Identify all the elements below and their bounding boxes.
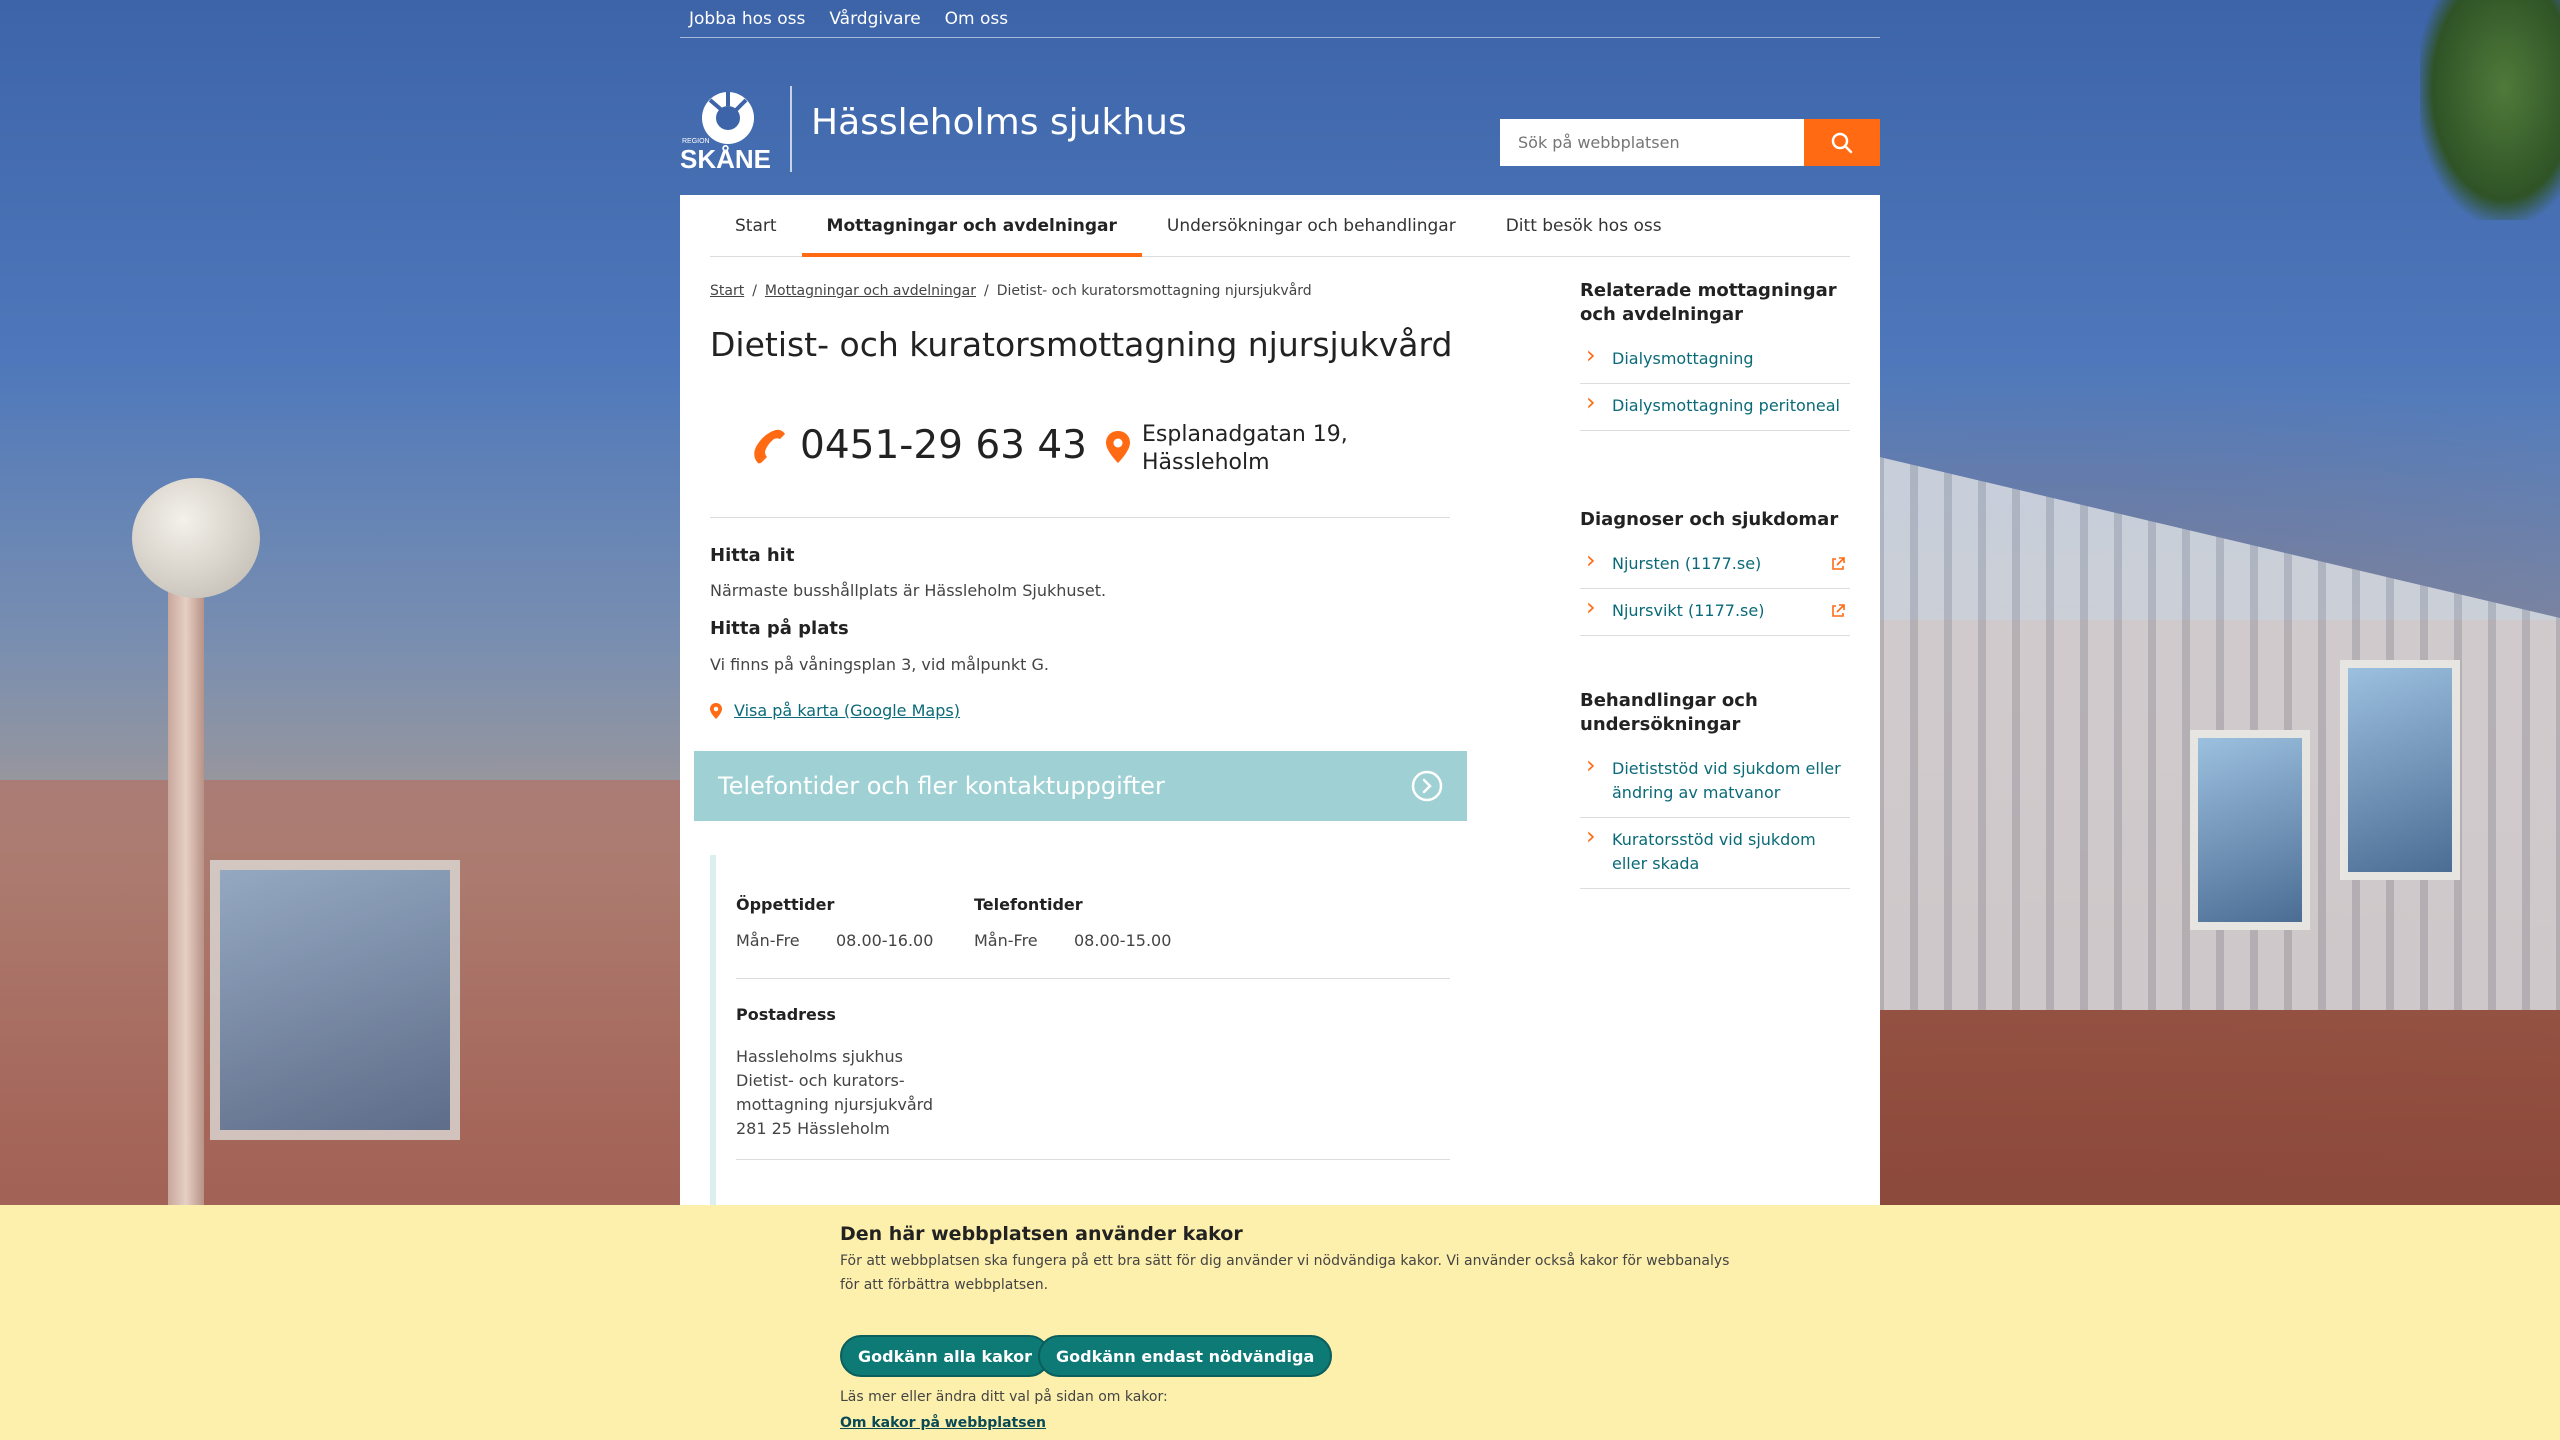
- map-link[interactable]: Visa på karta (Google Maps): [710, 701, 960, 720]
- sidebar-treatments: Behandlingar och undersökningar Dietists…: [1580, 689, 1850, 889]
- cookie-banner: Den här webbplatsen använder kakor För a…: [0, 1205, 2560, 1440]
- opening-hours: 08.00-16.00: [836, 931, 934, 950]
- divider: [736, 978, 1450, 979]
- sidebar-item-counselor-support[interactable]: Kuratorsstöd vid sjukdom eller skada: [1580, 818, 1850, 889]
- sidebar-item-dialysis[interactable]: Dialysmottagning: [1580, 337, 1850, 384]
- background-window: [2190, 730, 2310, 930]
- find-place-heading: Hitta på plats: [710, 618, 849, 639]
- accordion-label: Telefontider och fler kontaktuppgifter: [718, 772, 1165, 800]
- find-place-text: Vi finns på våningsplan 3, vid målpunkt …: [710, 655, 1049, 674]
- sidebar-item-label: Njursten (1177.se): [1612, 554, 1762, 573]
- map-link-label: Visa på karta (Google Maps): [734, 701, 960, 720]
- location-pin-icon: [1106, 431, 1130, 463]
- address-city: Hässleholm: [1142, 450, 1270, 475]
- breadcrumb-separator: /: [984, 283, 989, 299]
- postal-line: mottagning njursjukvård: [736, 1095, 934, 1114]
- cookie-more-text: Läs mer eller ändra ditt val på sidan om…: [840, 1389, 1168, 1405]
- sidebar-heading: Behandlingar och undersökningar: [1580, 690, 1758, 735]
- search-input[interactable]: [1500, 119, 1804, 166]
- site-title[interactable]: Hässleholms sjukhus: [811, 102, 1187, 143]
- location-pin-icon: [710, 702, 722, 719]
- page-title: Dietist- och kuratorsmottagning njursjuk…: [710, 325, 1453, 364]
- external-link-icon: [1832, 557, 1845, 570]
- sidebar-item-label: Njursvikt (1177.se): [1612, 601, 1765, 620]
- divider: [736, 1159, 1450, 1160]
- nav-item-examinations[interactable]: Undersökningar och behandlingar: [1142, 195, 1481, 256]
- sidebar-item-kidney-stone[interactable]: Njursten (1177.se): [1580, 542, 1850, 589]
- postal-line: Hassleholms sjukhus: [736, 1047, 903, 1066]
- phone-icon: [754, 429, 785, 464]
- breadcrumb-separator: /: [752, 283, 757, 299]
- background-lamp-ball: [132, 478, 260, 598]
- top-link-caregivers[interactable]: Vårdgivare: [829, 9, 920, 29]
- opening-days: Mån-Fre: [736, 931, 800, 950]
- nav-item-departments[interactable]: Mottagningar och avdelningar: [801, 195, 1143, 257]
- breadcrumb: Start / Mottagningar och avdelningar / D…: [710, 283, 1312, 299]
- contact-accordion-toggle[interactable]: Telefontider och fler kontaktuppgifter: [694, 751, 1467, 821]
- phone-hours: 08.00-15.00: [1074, 931, 1172, 950]
- background-tree: [2420, 0, 2560, 220]
- find-text: Närmaste busshållplats är Hässleholm Sju…: [710, 581, 1107, 600]
- phone-number-link[interactable]: 0451-29 63 43: [800, 423, 1087, 468]
- background-window: [210, 860, 460, 1140]
- phone-hours-label: Telefontider: [974, 895, 1083, 914]
- region-skane-logo[interactable]: REGION SKÅNE: [680, 86, 774, 174]
- accept-all-cookies-button[interactable]: Godkänn alla kakor: [840, 1335, 1051, 1377]
- phone-days: Mån-Fre: [974, 931, 1038, 950]
- svg-text:SKÅNE: SKÅNE: [680, 144, 771, 172]
- address: Esplanadgatan 19, Hässleholm: [1142, 421, 1348, 477]
- chevron-circle-icon: [1411, 770, 1443, 802]
- address-street: Esplanadgatan 19,: [1142, 422, 1348, 447]
- sidebar-item-kidney-failure[interactable]: Njursvikt (1177.se): [1580, 589, 1850, 636]
- search-button[interactable]: [1804, 119, 1880, 166]
- sidebar-heading: Diagnoser och sjukdomar: [1580, 509, 1839, 530]
- accept-necessary-cookies-button[interactable]: Godkänn endast nödvändiga: [1038, 1335, 1333, 1377]
- sidebar-diagnoses: Diagnoser och sjukdomar Njursten (1177.s…: [1580, 508, 1850, 636]
- cookie-title: Den här webbplatsen använder kakor: [840, 1223, 1243, 1245]
- breadcrumb-departments[interactable]: Mottagningar och avdelningar: [765, 283, 976, 299]
- nav-item-your-visit[interactable]: Ditt besök hos oss: [1481, 195, 1687, 256]
- cookie-info-link[interactable]: Om kakor på webbplatsen: [840, 1415, 1046, 1431]
- postal-address-label: Postadress: [736, 1005, 836, 1024]
- cookie-text: För att webbplatsen ska fungera på ett b…: [840, 1253, 1730, 1293]
- sidebar-item-dietitian-support[interactable]: Dietiststöd vid sjukdom eller ändring av…: [1580, 747, 1850, 818]
- main-nav: Start Mottagningar och avdelningar Under…: [710, 195, 1850, 257]
- postal-line: 281 25 Hässleholm: [736, 1119, 890, 1138]
- logo-divider: [790, 86, 792, 172]
- opening-hours-label: Öppettider: [736, 895, 835, 914]
- sidebar-related: Relaterade mottagningar och avdelningar …: [1580, 279, 1850, 431]
- divider: [710, 517, 1450, 518]
- top-link-about[interactable]: Om oss: [945, 9, 1008, 29]
- postal-address: Hassleholms sjukhus Dietist- och kurator…: [736, 1045, 933, 1141]
- postal-line: Dietist- och kurators-: [736, 1071, 905, 1090]
- breadcrumb-current: Dietist- och kuratorsmottagning njursjuk…: [996, 283, 1312, 299]
- find-heading: Hitta hit: [710, 545, 795, 566]
- cookie-banner-content: Den här webbplatsen använder kakor För a…: [840, 1223, 1740, 1431]
- nav-item-start[interactable]: Start: [710, 195, 802, 256]
- top-link-jobs[interactable]: Jobba hos oss: [689, 9, 805, 29]
- breadcrumb-start[interactable]: Start: [710, 283, 744, 299]
- external-link-icon: [1832, 604, 1845, 617]
- search-icon: [1831, 132, 1853, 153]
- sidebar-item-dialysis-peritoneal[interactable]: Dialysmottagning peritoneal: [1580, 384, 1850, 431]
- top-links-bar: Jobba hos oss Vårdgivare Om oss: [680, 0, 1880, 38]
- background-window: [2340, 660, 2460, 880]
- sidebar-heading: Relaterade mottagningar och avdelningar: [1580, 280, 1837, 325]
